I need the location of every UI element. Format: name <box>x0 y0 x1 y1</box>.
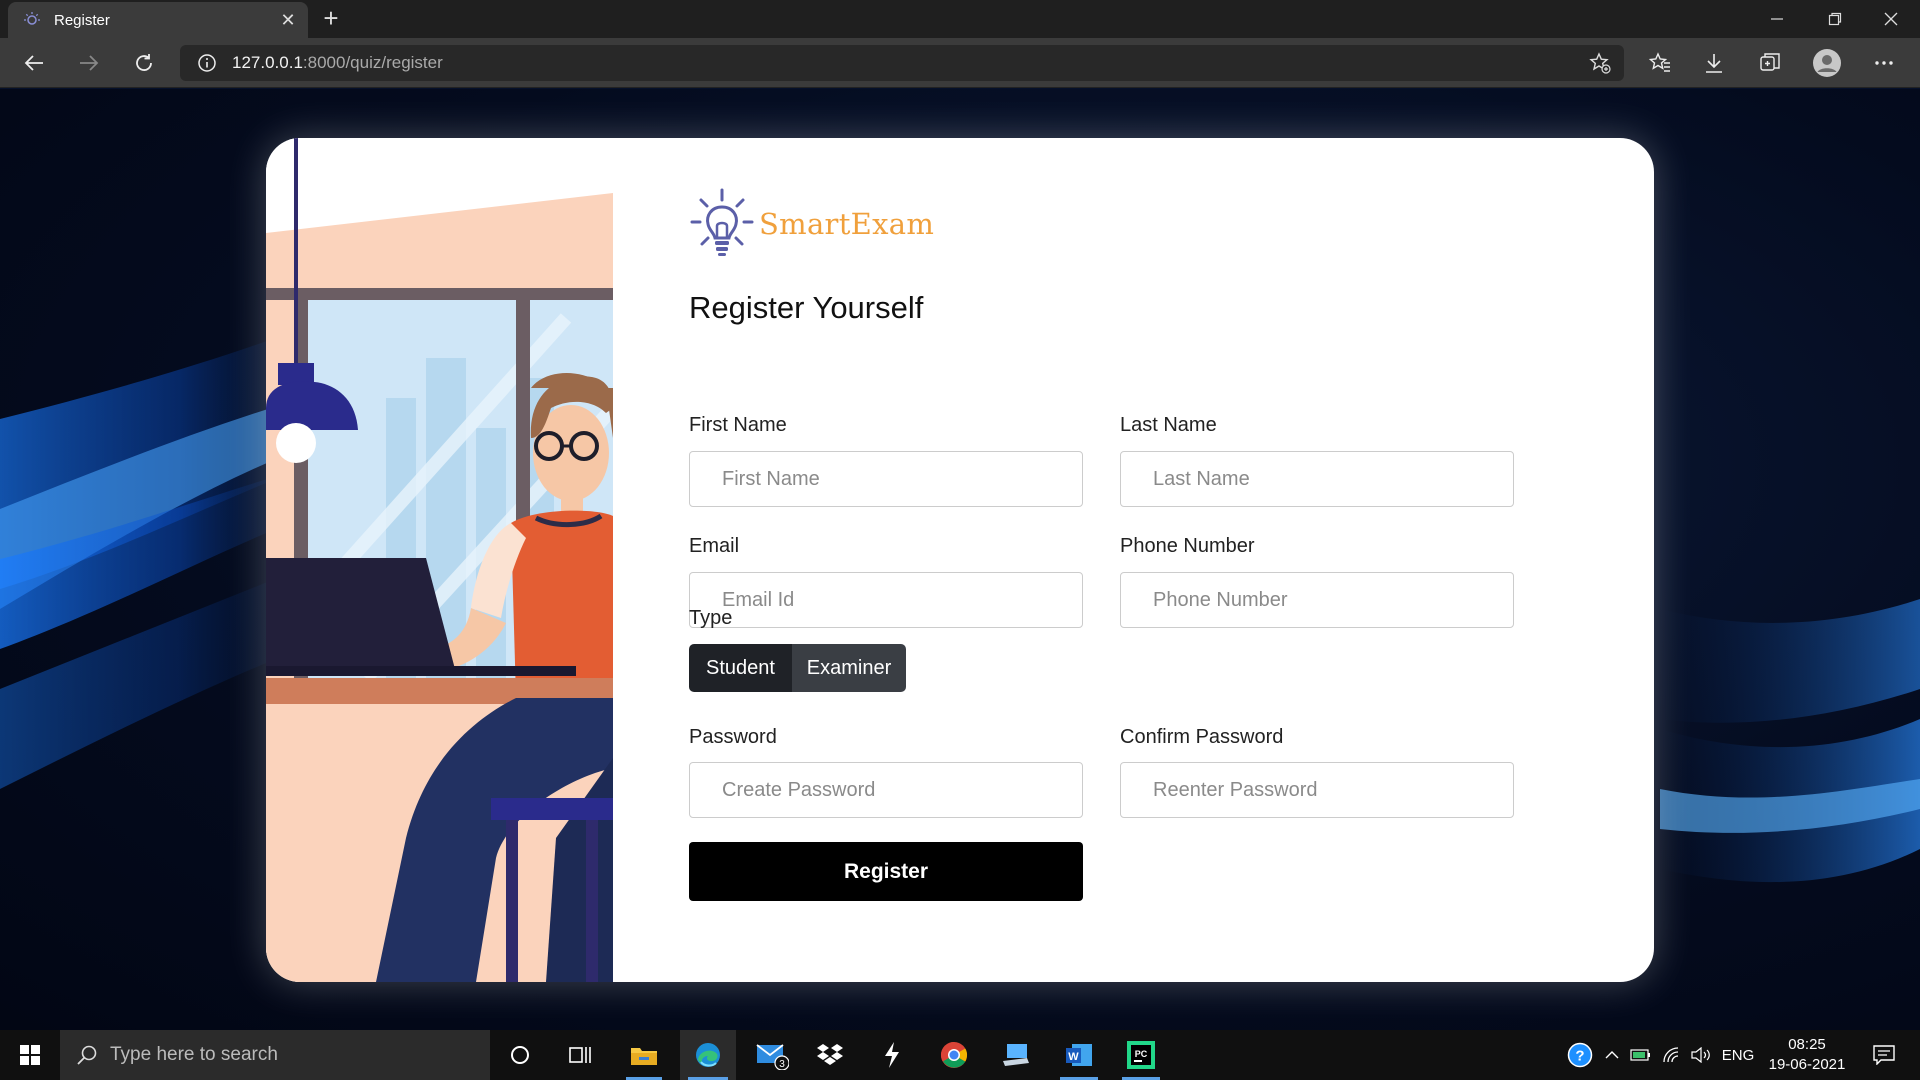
page-title: Register Yourself <box>689 290 924 325</box>
email-input[interactable] <box>689 572 1083 628</box>
register-form: SmartExam Register Yourself First Name L… <box>689 138 1589 982</box>
windows-start-icon[interactable] <box>0 1030 60 1080</box>
register-card: SmartExam Register Yourself First Name L… <box>266 138 1654 982</box>
mail-icon[interactable]: 3 <box>746 1030 798 1080</box>
dropbox-icon[interactable] <box>804 1030 856 1080</box>
pycharm-icon[interactable]: PC <box>1114 1030 1168 1080</box>
collections-icon[interactable] <box>1754 47 1786 79</box>
taskbar-search-box[interactable]: Type here to search <box>60 1030 490 1080</box>
last-name-input[interactable] <box>1120 451 1514 507</box>
file-explorer-icon[interactable] <box>618 1030 670 1080</box>
first-name-input[interactable] <box>689 451 1083 507</box>
register-button[interactable]: Register <box>689 842 1083 901</box>
tab-register[interactable]: Register ✕ <box>8 2 308 38</box>
email-label: Email <box>689 535 740 557</box>
password-label: Password <box>689 726 777 748</box>
lightbulb-logo-icon <box>690 188 754 256</box>
page-viewport: SmartExam Register Yourself First Name L… <box>0 89 1920 1030</box>
wifi-icon[interactable] <box>1658 1030 1686 1080</box>
confirm-password-label: Confirm Password <box>1120 726 1284 748</box>
chevron-up-icon[interactable] <box>1600 1030 1624 1080</box>
volume-icon[interactable] <box>1688 1030 1716 1080</box>
profile-avatar-icon[interactable] <box>1811 47 1843 79</box>
new-tab-icon[interactable]: + <box>318 5 344 32</box>
clock-time: 08:25 <box>1788 1036 1826 1053</box>
type-student-button[interactable]: Student <box>689 644 792 692</box>
word-icon[interactable]: W <box>1052 1030 1106 1080</box>
illustration-panel <box>266 138 613 982</box>
help-icon[interactable]: ? <box>1562 1030 1598 1080</box>
system-clock[interactable]: 08:25 19-06-2021 <box>1752 1035 1862 1075</box>
tab-strip: Register ✕ + <box>0 0 1920 38</box>
tab-title: Register <box>54 11 110 29</box>
edge-browser-icon[interactable] <box>680 1030 736 1080</box>
type-label: Type <box>689 607 733 629</box>
svg-text:W: W <box>1068 1051 1079 1063</box>
lightning-app-icon[interactable] <box>866 1030 918 1080</box>
first-name-label: First Name <box>689 414 787 436</box>
clock-date: 19-06-2021 <box>1768 1056 1846 1073</box>
type-examiner-button[interactable]: Examiner <box>792 644 906 692</box>
svg-text:?: ? <box>1575 1048 1584 1065</box>
site-info-icon[interactable] <box>196 52 218 74</box>
notification-icon[interactable] <box>1864 1030 1904 1080</box>
svg-text:PC: PC <box>1135 1049 1148 1059</box>
url-text: 127.0.0.1:8000/quiz/register <box>232 53 443 72</box>
type-toggle-group: Student Examiner <box>689 644 906 692</box>
close-window-icon[interactable] <box>1862 0 1920 38</box>
browser-window: Register ✕ + 127.0.0.1:8000/quiz/registe… <box>0 0 1920 1030</box>
browser-toolbar: 127.0.0.1:8000/quiz/register <box>0 38 1920 88</box>
logo: SmartExam <box>689 186 934 262</box>
phone-number-input[interactable] <box>1120 572 1514 628</box>
search-placeholder: Type here to search <box>110 1044 278 1065</box>
back-icon[interactable] <box>18 47 50 79</box>
bulb-favicon-icon <box>22 10 42 30</box>
add-favorite-icon[interactable] <box>1588 51 1612 75</box>
address-bar[interactable]: 127.0.0.1:8000/quiz/register <box>180 45 1624 81</box>
close-tab-icon[interactable]: ✕ <box>274 6 302 34</box>
remote-desktop-icon[interactable] <box>990 1030 1042 1080</box>
downloads-icon[interactable] <box>1698 47 1730 79</box>
chrome-icon[interactable] <box>928 1030 980 1080</box>
password-input[interactable] <box>689 762 1083 818</box>
task-view-icon[interactable] <box>554 1030 606 1080</box>
refresh-icon[interactable] <box>128 47 160 79</box>
more-menu-icon[interactable] <box>1868 47 1900 79</box>
battery-icon[interactable] <box>1626 1030 1656 1080</box>
person-at-laptop-illustration <box>266 138 613 982</box>
taskbar: Type here to search 3 W PC ? ENG 08:25 1… <box>0 1030 1920 1080</box>
confirm-password-input[interactable] <box>1120 762 1514 818</box>
minimize-icon[interactable] <box>1748 0 1806 38</box>
search-icon <box>76 1044 98 1066</box>
logo-text: SmartExam <box>759 207 935 241</box>
forward-icon[interactable] <box>73 47 105 79</box>
last-name-label: Last Name <box>1120 414 1217 436</box>
favorites-icon[interactable] <box>1644 47 1676 79</box>
cortana-icon[interactable] <box>494 1030 546 1080</box>
restore-icon[interactable] <box>1806 0 1864 38</box>
mail-badge: 3 <box>779 1059 785 1070</box>
phone-number-label: Phone Number <box>1120 535 1255 557</box>
